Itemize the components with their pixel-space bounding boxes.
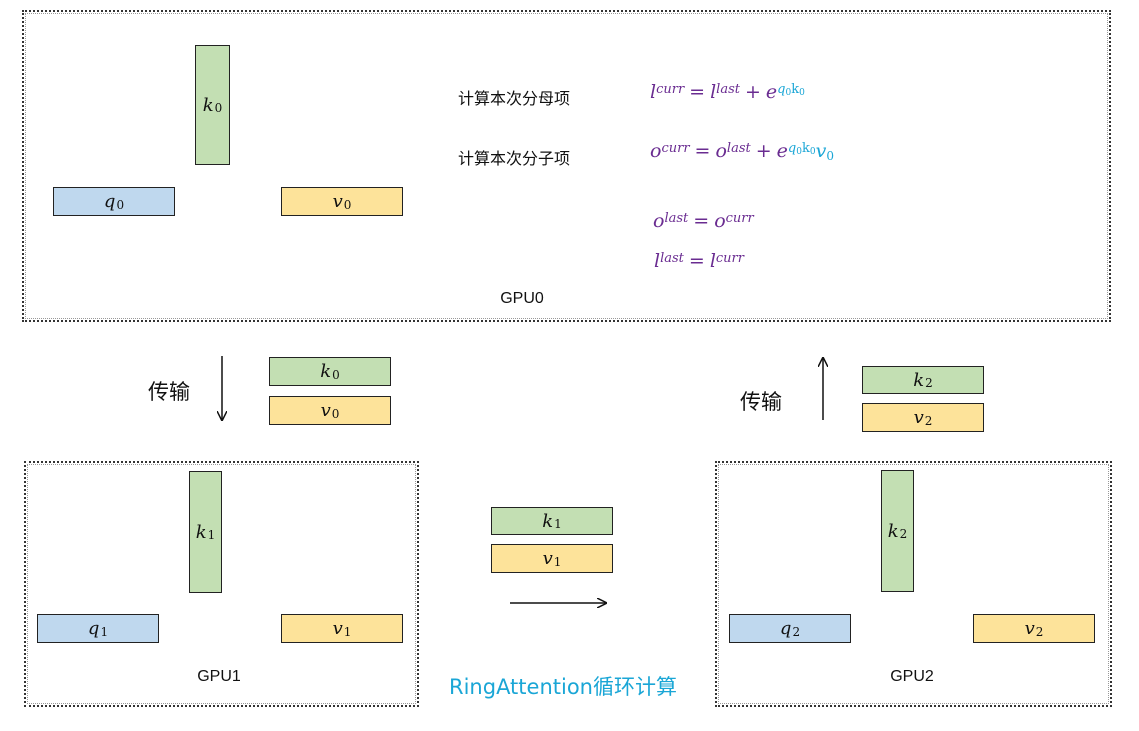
arrows-layer <box>0 356 1139 731</box>
